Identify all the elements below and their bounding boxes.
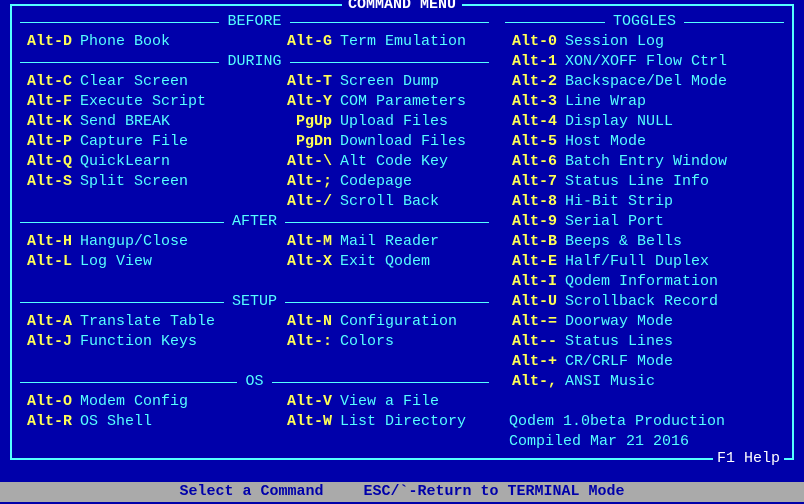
section-before: BEFORE [20, 12, 489, 32]
menu-log-view[interactable]: Alt-LLog View [20, 252, 280, 272]
menu-colors[interactable]: Alt-:Colors [280, 332, 489, 352]
toggle-item[interactable]: Alt-IQodem Information [505, 272, 784, 292]
menu-modem-config[interactable]: Alt-OModem Config [20, 392, 280, 412]
section-os: OS [20, 372, 489, 392]
toggle-item[interactable]: Alt-4Display NULL [505, 112, 784, 132]
toggle-item[interactable]: Alt-3Line Wrap [505, 92, 784, 112]
section-setup: SETUP [20, 292, 489, 312]
toggle-item[interactable]: Alt-=Doorway Mode [505, 312, 784, 332]
left-columns: BEFORE Alt-DPhone Book Alt-GTerm Emulati… [20, 12, 499, 452]
menu-exit-qodem[interactable]: Alt-XExit Qodem [280, 252, 489, 272]
menu-os-shell[interactable]: Alt-ROS Shell [20, 412, 280, 432]
menu-download-files[interactable]: PgDnDownload Files [280, 132, 489, 152]
right-column: TOGGLES Alt-0Session LogAlt-1XON/XOFF Fl… [499, 12, 784, 452]
menu-clear-screen[interactable]: Alt-CClear Screen [20, 72, 280, 92]
menu-function-keys[interactable]: Alt-JFunction Keys [20, 332, 280, 352]
toggle-item[interactable]: Alt-+CR/CRLF Mode [505, 352, 784, 372]
section-during: DURING [20, 52, 489, 72]
toggle-item[interactable]: Alt-7Status Line Info [505, 172, 784, 192]
toggle-item[interactable]: Alt-BBeeps & Bells [505, 232, 784, 252]
toggle-item[interactable]: Alt-,ANSI Music [505, 372, 784, 392]
menu-view-file[interactable]: Alt-VView a File [280, 392, 489, 412]
menu-hangup-close[interactable]: Alt-HHangup/Close [20, 232, 280, 252]
toggle-item[interactable]: Alt-5Host Mode [505, 132, 784, 152]
footer-esc: ESC/`-Return to TERMINAL Mode [363, 482, 624, 502]
toggle-item[interactable]: Alt--Status Lines [505, 332, 784, 352]
menu-upload-files[interactable]: PgUpUpload Files [280, 112, 489, 132]
status-bar: Select a Command ESC/`-Return to TERMINA… [0, 482, 804, 502]
menu-alt-code-key[interactable]: Alt-\Alt Code Key [280, 152, 489, 172]
menu-screen-dump[interactable]: Alt-TScreen Dump [280, 72, 489, 92]
menu-translate-table[interactable]: Alt-ATranslate Table [20, 312, 280, 332]
menu-scroll-back[interactable]: Alt-/Scroll Back [280, 192, 489, 212]
menu-phone-book[interactable]: Alt-DPhone Book [20, 32, 280, 52]
menu-capture-file[interactable]: Alt-PCapture File [20, 132, 280, 152]
toggle-item[interactable]: Alt-EHalf/Full Duplex [505, 252, 784, 272]
section-toggles: TOGGLES [505, 12, 784, 32]
menu-quicklearn[interactable]: Alt-QQuickLearn [20, 152, 280, 172]
toggle-item[interactable]: Alt-0Session Log [505, 32, 784, 52]
toggle-item[interactable]: Alt-2Backspace/Del Mode [505, 72, 784, 92]
menu-execute-script[interactable]: Alt-FExecute Script [20, 92, 280, 112]
toggle-item[interactable]: Alt-UScrollback Record [505, 292, 784, 312]
section-after: AFTER [20, 212, 489, 232]
menu-com-parameters[interactable]: Alt-YCOM Parameters [280, 92, 489, 112]
menu-mail-reader[interactable]: Alt-MMail Reader [280, 232, 489, 252]
menu-configuration[interactable]: Alt-NConfiguration [280, 312, 489, 332]
f1-help-hint[interactable]: F1 Help [713, 449, 784, 469]
version-info: Qodem 1.0beta Production [505, 412, 784, 432]
command-menu-window: COMMAND MENU F1 Help BEFORE Alt-DPhone B… [10, 4, 794, 460]
toggle-item[interactable]: Alt-6Batch Entry Window [505, 152, 784, 172]
menu-codepage[interactable]: Alt-;Codepage [280, 172, 489, 192]
toggle-item[interactable]: Alt-9Serial Port [505, 212, 784, 232]
menu-list-directory[interactable]: Alt-WList Directory [280, 412, 489, 432]
menu-term-emulation[interactable]: Alt-GTerm Emulation [280, 32, 489, 52]
toggle-item[interactable]: Alt-1XON/XOFF Flow Ctrl [505, 52, 784, 72]
footer-select: Select a Command [179, 482, 323, 502]
toggle-item[interactable]: Alt-8Hi-Bit Strip [505, 192, 784, 212]
menu-split-screen[interactable]: Alt-SSplit Screen [20, 172, 280, 192]
menu-send-break[interactable]: Alt-KSend BREAK [20, 112, 280, 132]
